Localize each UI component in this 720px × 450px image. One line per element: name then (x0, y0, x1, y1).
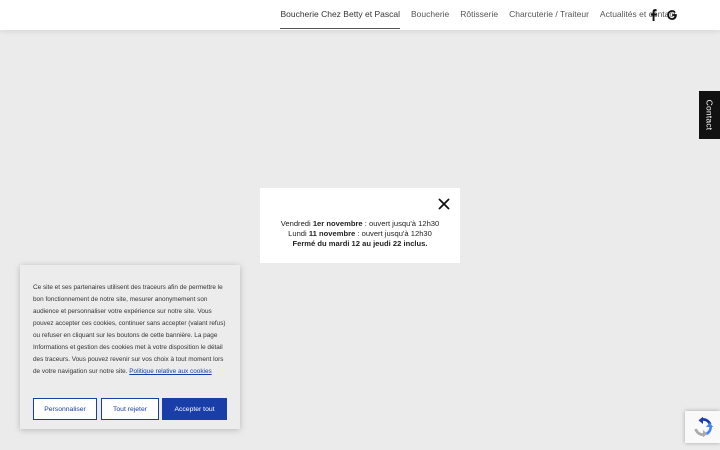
nav-item-charcuterie[interactable]: Charcuterie / Traiteur (509, 0, 589, 29)
cookie-banner: Ce site et ses partenaires utilisent des… (20, 265, 240, 429)
reject-all-button[interactable]: Tout rejeter (101, 398, 159, 420)
recaptcha-icon (693, 416, 713, 438)
modal-line-2: Lundi 11 novembre : ouvert jusqu'à 12h30 (288, 228, 432, 238)
modal-message: Vendredi 1er novembre : ouvert jusqu'à 1… (260, 219, 460, 248)
contact-tab-label: Contact (704, 99, 715, 131)
modal-line-1: Vendredi 1er novembre : ouvert jusqu'à 1… (280, 219, 440, 228)
site-header: Boucherie Chez Betty et Pascal Boucherie… (0, 0, 720, 30)
nav-item-boucherie[interactable]: Boucherie (411, 0, 449, 29)
contact-tab[interactable]: Contact (699, 91, 720, 139)
customize-button[interactable]: Personnaliser (33, 398, 97, 420)
nav-item-home[interactable]: Boucherie Chez Betty et Pascal (280, 0, 400, 29)
main-nav: Boucherie Chez Betty et Pascal Boucherie… (269, 0, 676, 30)
modal-line-3: Fermé du mardi 12 au jeudi 22 inclus. (292, 238, 428, 248)
cookie-policy-link[interactable]: Politique relative aux cookies (129, 368, 211, 375)
google-icon[interactable] (666, 8, 678, 21)
cookie-banner-text: Ce site et ses partenaires utilisent des… (33, 284, 226, 375)
facebook-icon[interactable] (647, 8, 659, 21)
recaptcha-badge[interactable] (685, 411, 720, 443)
accept-all-button[interactable]: Accepter tout (162, 398, 227, 420)
announcement-modal: Vendredi 1er novembre : ouvert jusqu'à 1… (260, 188, 460, 263)
close-icon[interactable] (438, 197, 450, 210)
nav-item-actualites[interactable]: Actualités et contact (600, 0, 676, 29)
nav-item-rotisserie[interactable]: Rôtisserie (460, 0, 498, 29)
